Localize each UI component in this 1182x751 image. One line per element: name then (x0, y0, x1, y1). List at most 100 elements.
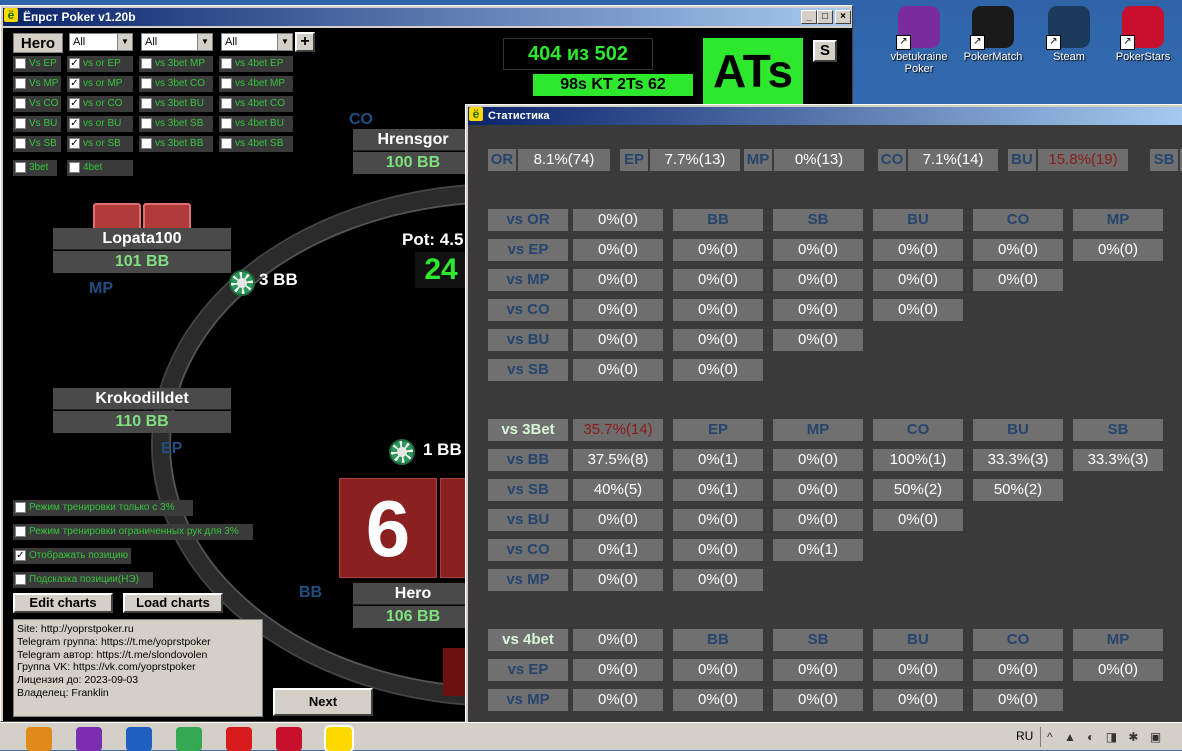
taskbar-app-yoprst-poker[interactable] (324, 725, 354, 751)
filter-vs-sb[interactable]: Vs SB (13, 136, 61, 152)
filter-vs-3bet-bu[interactable]: vs 3bet BU (139, 96, 213, 112)
or_section-cell: 0%(0) (873, 239, 963, 261)
checkbox[interactable] (15, 58, 26, 69)
checkbox[interactable] (15, 78, 26, 89)
taskbar-app-pokerstars[interactable] (276, 727, 302, 751)
option-4[interactable]: Подсказка позиции(НЭ) (13, 572, 153, 588)
checkbox[interactable] (141, 98, 152, 109)
or_section-row-label: vs MP (488, 269, 568, 291)
checkbox[interactable] (15, 98, 26, 109)
threebet_section-header-3: MP (773, 419, 863, 441)
taskbar-app-word[interactable] (126, 727, 152, 751)
filter-vs-co[interactable]: Vs CO (13, 96, 61, 112)
filter-vs-3bet-co[interactable]: vs 3bet CO (139, 76, 213, 92)
checkbox[interactable] (221, 58, 232, 69)
filter-vs-4bet-co[interactable]: vs 4bet CO (219, 96, 293, 112)
maximize-button[interactable]: □ (817, 10, 833, 24)
filter-vs-or-sb[interactable]: ✓ vs or SB (67, 136, 133, 152)
checkbox[interactable] (141, 138, 152, 149)
threebet_section-row-label: vs MP (488, 569, 568, 591)
player-stack-mp: 101 BB (53, 251, 231, 273)
checkbox[interactable]: ✓ (69, 98, 80, 109)
fourbet_section-cell: 0%(0) (973, 659, 1063, 681)
checkbox[interactable] (15, 162, 26, 173)
desktop-icon-steam[interactable]: ↗ Steam (1028, 6, 1110, 63)
desktop-icon-pokermatch[interactable]: ↗ PokerMatch (952, 6, 1034, 63)
minimize-button[interactable]: _ (801, 10, 817, 24)
checkbox[interactable] (15, 138, 26, 149)
checkbox[interactable] (221, 138, 232, 149)
filter-vs-or-mp[interactable]: ✓ vs or MP (67, 76, 133, 92)
checkbox[interactable]: ✓ (69, 118, 80, 129)
checkbox[interactable] (15, 574, 26, 585)
chevron-down-icon[interactable]: ▼ (197, 34, 212, 50)
checkbox[interactable] (69, 162, 80, 173)
checkbox[interactable]: ✓ (69, 58, 80, 69)
filter-vs-bu[interactable]: Vs BU (13, 116, 61, 132)
or_section-cell: 0%(0) (973, 239, 1063, 261)
stats-window-title[interactable]: Статистика (468, 107, 1182, 125)
checkbox[interactable] (141, 58, 152, 69)
filter-vs-or-co[interactable]: ✓ vs or CO (67, 96, 133, 112)
filter-vs-or-bu[interactable]: ✓ vs or BU (67, 116, 133, 132)
fourbet_section-cell: 0%(0) (573, 689, 663, 711)
taskbar-app-onenote[interactable] (76, 727, 102, 751)
filter-3bet[interactable]: 3bet (13, 160, 57, 176)
system-tray[interactable]: ^ ▲ ◐ ◨ ✱ ▣ (1040, 727, 1182, 747)
bet-amount-sb: 1 BB (423, 440, 462, 459)
option-2[interactable]: Режим тренировки ограниченных рук для 3% (13, 524, 253, 540)
stat-label-ep: EP (620, 149, 648, 171)
add-button[interactable]: + (295, 32, 315, 52)
language-indicator[interactable]: RU (1016, 729, 1033, 743)
taskbar-app-chrome[interactable] (176, 727, 202, 751)
fourbet_section-header-4: BU (873, 629, 963, 651)
filter-vs-or-ep[interactable]: ✓ vs or EP (67, 56, 133, 72)
desktop-icon-pokerstars[interactable]: ↗ PokerStars (1102, 6, 1182, 63)
checkbox[interactable] (15, 118, 26, 129)
taskbar-app-media-player[interactable] (26, 727, 52, 751)
checkbox[interactable] (221, 118, 232, 129)
checkbox[interactable]: ✓ (15, 550, 26, 561)
next-button[interactable]: Next (273, 688, 373, 716)
filter-vs-ep[interactable]: Vs EP (13, 56, 61, 72)
checkbox[interactable] (141, 118, 152, 129)
desktop-icon-vbetukraine-poker[interactable]: ↗ vbetukraine Poker (878, 6, 960, 75)
checkbox[interactable] (141, 78, 152, 89)
position-dropdown-3[interactable]: All ▼ (221, 33, 293, 51)
chevron-down-icon[interactable]: ▼ (277, 34, 292, 50)
option-1[interactable]: Режим тренировки только с 3% (13, 500, 193, 516)
filter-vs-3bet-mp[interactable]: vs 3bet MP (139, 56, 213, 72)
close-button[interactable]: × (835, 10, 851, 24)
option-3[interactable]: ✓ Отображать позицию (13, 548, 131, 564)
taskbar-app-opera[interactable] (226, 727, 252, 751)
filter-vs-4bet-mp[interactable]: vs 4bet MP (219, 76, 293, 92)
filter-vs-4bet-ep[interactable]: vs 4bet EP (219, 56, 293, 72)
filter-label: Vs MP (29, 78, 59, 89)
filter-vs-mp[interactable]: Vs MP (13, 76, 61, 92)
checkbox[interactable] (221, 98, 232, 109)
s-button[interactable]: S (813, 40, 837, 62)
filter-label: 3bet (29, 162, 49, 173)
option-label: Режим тренировки только с 3% (29, 502, 175, 513)
chevron-down-icon[interactable]: ▼ (117, 34, 132, 50)
checkbox[interactable]: ✓ (69, 138, 80, 149)
position-dropdown-2[interactable]: All ▼ (141, 33, 213, 51)
edit-charts-button[interactable]: Edit charts (13, 593, 113, 613)
threebet_section-header-2: EP (673, 419, 763, 441)
position-dropdown-1[interactable]: All ▼ (69, 33, 133, 51)
filter-vs-3bet-sb[interactable]: vs 3bet SB (139, 116, 213, 132)
checkbox[interactable] (15, 526, 26, 537)
filter-vs-3bet-bb[interactable]: vs 3bet BB (139, 136, 213, 152)
checkbox[interactable] (221, 78, 232, 89)
stat-label-mp: MP (744, 149, 772, 171)
filter-vs-4bet-sb[interactable]: vs 4bet SB (219, 136, 293, 152)
load-charts-button[interactable]: Load charts (123, 593, 223, 613)
checkbox[interactable] (15, 502, 26, 513)
filter-4bet[interactable]: 4bet (67, 160, 133, 176)
window-title[interactable]: Ёпрст Poker v1.20b (3, 8, 850, 26)
shortcut-arrow-icon: ↗ (1120, 35, 1135, 50)
checkbox[interactable]: ✓ (69, 78, 80, 89)
filter-vs-4bet-bu[interactable]: vs 4bet BU (219, 116, 293, 132)
filter-label: vs or EP (83, 58, 121, 69)
threebet_section-cell: 50%(2) (873, 479, 963, 501)
